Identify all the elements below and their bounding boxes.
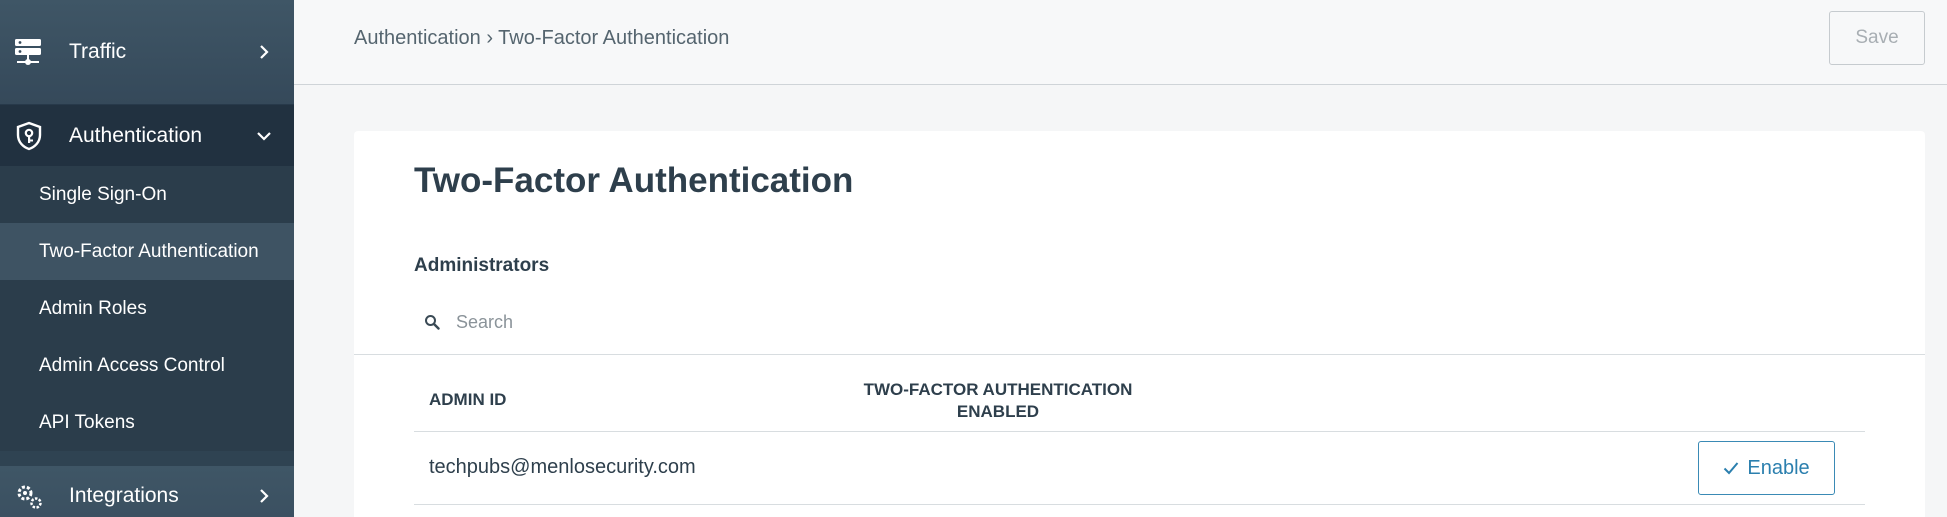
search-box [414, 306, 814, 338]
chevron-down-icon [256, 128, 272, 144]
nav-item-traffic[interactable]: Traffic [0, 0, 294, 105]
gears-icon [14, 481, 44, 511]
sidebar: Traffic Authentication Single Sign-On Tw… [0, 0, 294, 517]
two-factor-card: Two-Factor Authentication Administrators… [354, 131, 1925, 517]
nav-item-integrations[interactable]: Integrations [0, 466, 294, 517]
authentication-submenu: Single Sign-On Two-Factor Authentication… [0, 166, 294, 451]
column-header-two-factor-enabled: TWO-FACTOR AUTHENTICATION ENABLED [838, 379, 1158, 423]
nav-item-authentication[interactable]: Authentication [0, 105, 294, 166]
search-icon [424, 313, 442, 331]
section-title-administrators: Administrators [414, 255, 550, 276]
chevron-right-icon [256, 488, 272, 504]
table-header: ADMIN ID TWO-FACTOR AUTHENTICATION ENABL… [414, 355, 1865, 432]
enable-button-label: Enable [1747, 456, 1810, 479]
search-input[interactable] [456, 311, 786, 333]
page-header: Authentication › Two-Factor Authenticati… [294, 0, 1947, 85]
sidebar-item-admin-access-control[interactable]: Admin Access Control [0, 337, 294, 394]
administrators-table: ADMIN ID TWO-FACTOR AUTHENTICATION ENABL… [414, 355, 1865, 505]
admin-id-cell: techpubs@menlosecurity.com [429, 456, 696, 478]
sidebar-item-two-factor-authentication[interactable]: Two-Factor Authentication [0, 223, 294, 280]
breadcrumb: Authentication › Two-Factor Authenticati… [354, 27, 730, 49]
server-icon [14, 37, 44, 67]
save-button[interactable]: Save [1829, 11, 1925, 65]
sidebar-item-single-sign-on[interactable]: Single Sign-On [0, 166, 294, 223]
enable-button[interactable]: Enable [1698, 441, 1835, 495]
column-header-two-factor-line2: ENABLED [956, 402, 1040, 421]
shield-key-icon [14, 121, 44, 151]
table-row: techpubs@menlosecurity.com Enable [414, 432, 1865, 505]
chevron-right-icon [256, 44, 272, 60]
sidebar-item-api-tokens[interactable]: API Tokens [0, 394, 294, 451]
column-header-admin-id: ADMIN ID [429, 390, 507, 409]
column-header-two-factor-line1: TWO-FACTOR AUTHENTICATION [863, 380, 1133, 399]
sidebar-item-admin-roles[interactable]: Admin Roles [0, 280, 294, 337]
check-icon [1723, 459, 1741, 477]
nav-label-authentication: Authentication [69, 123, 203, 147]
nav-label-traffic: Traffic [69, 40, 127, 63]
nav-label-integrations: Integrations [69, 484, 179, 507]
page-title: Two-Factor Authentication [414, 161, 854, 200]
